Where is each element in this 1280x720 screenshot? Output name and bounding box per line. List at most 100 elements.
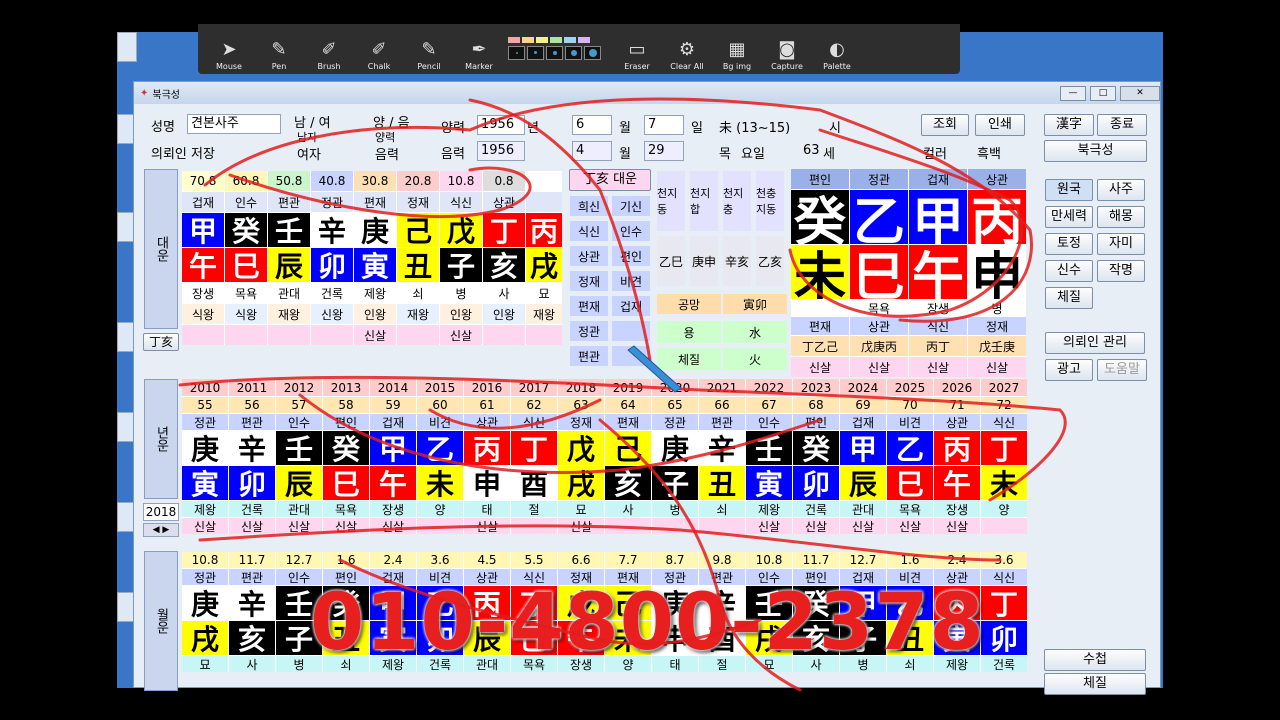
app-name-button[interactable]: 북극성: [1044, 140, 1147, 162]
bottom-button-2[interactable]: 체질: [1044, 673, 1146, 695]
year-cell: 2019: [605, 379, 651, 396]
tool-palette[interactable]: ◐ Palette: [812, 25, 862, 72]
tool-capture[interactable]: ◙ Capture: [762, 25, 812, 72]
month-date: 10.8: [182, 552, 228, 568]
natal-hidden: 戊壬庚: [968, 336, 1026, 356]
month-select[interactable]: 6: [572, 115, 612, 135]
year-age: 72: [981, 397, 1027, 413]
color-swatch[interactable]: [522, 36, 534, 43]
lunar-month-field[interactable]: 4: [572, 141, 612, 161]
tool-pencil[interactable]: ✎ Pencil: [404, 25, 454, 72]
side-button-7[interactable]: 작명: [1097, 260, 1145, 282]
daewoon-strength: 신왕: [311, 304, 353, 324]
mid-god-a: 정재: [570, 271, 608, 291]
mid-col-label: 천지동: [657, 171, 685, 231]
brush-size-option[interactable]: [527, 45, 544, 60]
daewoon-sinsal: [182, 325, 224, 345]
tool-clear-all[interactable]: ⚙ Clear All: [662, 25, 712, 72]
natal-header: 상관: [968, 169, 1026, 189]
daewoon-branch: 子: [440, 248, 482, 282]
month-branch: 亥: [229, 621, 275, 655]
radio-color[interactable]: 컬러: [923, 143, 947, 162]
print-button[interactable]: 인쇄: [975, 114, 1025, 136]
tool-brush[interactable]: ✐ Brush: [304, 25, 354, 72]
side-button-5[interactable]: 자미: [1097, 233, 1145, 255]
color-swatch[interactable]: [550, 36, 562, 43]
year-god: 상관: [934, 414, 980, 430]
year-sinsal: 신살: [887, 518, 933, 534]
side-button-3[interactable]: 해몽: [1097, 206, 1145, 228]
side-button-0[interactable]: 원국: [1045, 179, 1093, 201]
radio-female[interactable]: 여자: [297, 144, 321, 163]
mid-god-b: 겁재: [612, 296, 650, 316]
exit-button[interactable]: 종료: [1097, 114, 1147, 136]
brush-size-option[interactable]: [546, 45, 563, 60]
year-stem: 辛: [229, 431, 275, 465]
name-field[interactable]: 견본사주: [187, 114, 281, 134]
daewoon-sinsal: [397, 325, 439, 345]
year-stem: 丙: [934, 431, 980, 465]
brush-size-option[interactable]: [565, 45, 582, 60]
ad-button[interactable]: 광고: [1045, 359, 1093, 381]
lunar-year-field[interactable]: 1956: [477, 141, 525, 161]
natal-sinsal: 신살: [791, 357, 849, 377]
side-button-1[interactable]: 사주: [1097, 179, 1145, 201]
year-stage: 건록: [793, 501, 839, 517]
year-cell: 2014: [370, 379, 416, 396]
tool-mouse[interactable]: ➤ Mouse: [204, 25, 254, 72]
desktop-icon[interactable]: [117, 32, 137, 62]
daewoon-branch: 戌: [526, 248, 562, 282]
radio-solar[interactable]: 양력: [375, 129, 395, 145]
client-management-button[interactable]: 의뢰인 관리: [1045, 332, 1145, 354]
year-cell: 2010: [182, 379, 228, 396]
natal-branch: 未: [791, 245, 849, 299]
tool-eraser[interactable]: ▭ Eraser: [612, 25, 662, 72]
color-swatch[interactable]: [578, 36, 590, 43]
color-swatch[interactable]: [564, 36, 576, 43]
color-swatch[interactable]: [536, 36, 548, 43]
year-stem: 乙: [887, 431, 933, 465]
year-sinsal: [605, 518, 651, 534]
month-date: 1.6: [323, 552, 369, 568]
tool-pen[interactable]: ✎ Pen: [254, 25, 304, 72]
year-branch: 亥: [605, 466, 651, 500]
brush-size-option[interactable]: [508, 45, 525, 60]
year-age: 71: [934, 397, 980, 413]
hanja-button[interactable]: 漢字: [1044, 114, 1094, 136]
help-button[interactable]: 도움말: [1097, 359, 1147, 381]
side-button-4[interactable]: 토정: [1045, 233, 1093, 255]
side-button-2[interactable]: 만세력: [1045, 206, 1093, 228]
year-unit: 년: [527, 121, 539, 136]
tool-marker[interactable]: ✒ Marker: [454, 25, 504, 72]
yearly-current[interactable]: 2018: [143, 503, 179, 521]
solar-year-field[interactable]: 1956: [477, 115, 525, 135]
side-button-6[interactable]: 신수: [1045, 260, 1093, 282]
palette-swatches[interactable]: [504, 25, 612, 71]
radio-male[interactable]: 남자: [297, 129, 317, 145]
year-stem: 己: [605, 431, 651, 465]
daewoon-toggle[interactable]: 丁亥: [143, 333, 179, 351]
daewoon-branch: 卯: [311, 248, 353, 282]
brush-size-option[interactable]: [584, 45, 601, 60]
tool-bg-img[interactable]: ▦ Bg img: [712, 25, 762, 72]
side-button-8[interactable]: 체질: [1045, 287, 1093, 309]
maximize-button[interactable]: □: [1090, 85, 1116, 101]
radio-bw[interactable]: 흑백: [977, 143, 1001, 162]
yearly-scroll[interactable]: ◀ ▶: [143, 523, 179, 537]
bottom-button-1[interactable]: 수첩: [1044, 649, 1146, 671]
tool-chalk[interactable]: ✐ Chalk: [354, 25, 404, 72]
minimize-button[interactable]: —: [1060, 85, 1086, 101]
radio-lunar[interactable]: 음력: [375, 144, 399, 163]
calc-button[interactable]: 조회: [921, 114, 969, 136]
year-cell: 2011: [229, 379, 275, 396]
lunar-day-field[interactable]: 29: [644, 141, 684, 161]
year-age: 70: [887, 397, 933, 413]
color-swatch[interactable]: [508, 36, 520, 43]
month-date: 2.4: [370, 552, 416, 568]
client-save-checkbox[interactable]: 의뢰인 저장: [151, 143, 215, 162]
day-select[interactable]: 7: [644, 115, 684, 135]
close-button[interactable]: ✕: [1120, 85, 1160, 101]
daewoon-age: [526, 171, 562, 191]
year-stem: 戊: [558, 431, 604, 465]
hour-select[interactable]: 未 (13~15): [719, 117, 790, 136]
